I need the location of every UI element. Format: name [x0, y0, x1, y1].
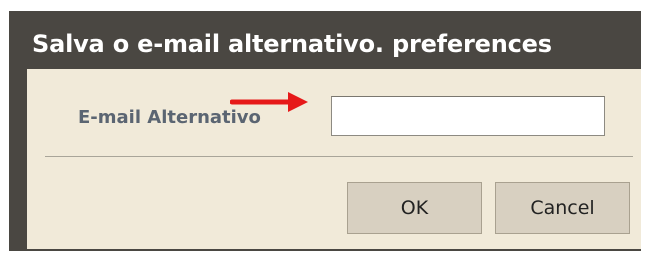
red-arrow-icon — [230, 92, 308, 112]
ok-button[interactable]: OK — [347, 182, 482, 234]
divider — [45, 156, 633, 157]
dialog-body: E-mail Alternativo OK Cancel — [27, 69, 641, 249]
cancel-button[interactable]: Cancel — [495, 182, 630, 234]
email-alternative-input[interactable] — [331, 96, 605, 136]
preferences-dialog: Salva o e-mail alternativo. preferences … — [9, 11, 641, 251]
dialog-title: Salva o e-mail alternativo. preferences — [32, 30, 552, 58]
